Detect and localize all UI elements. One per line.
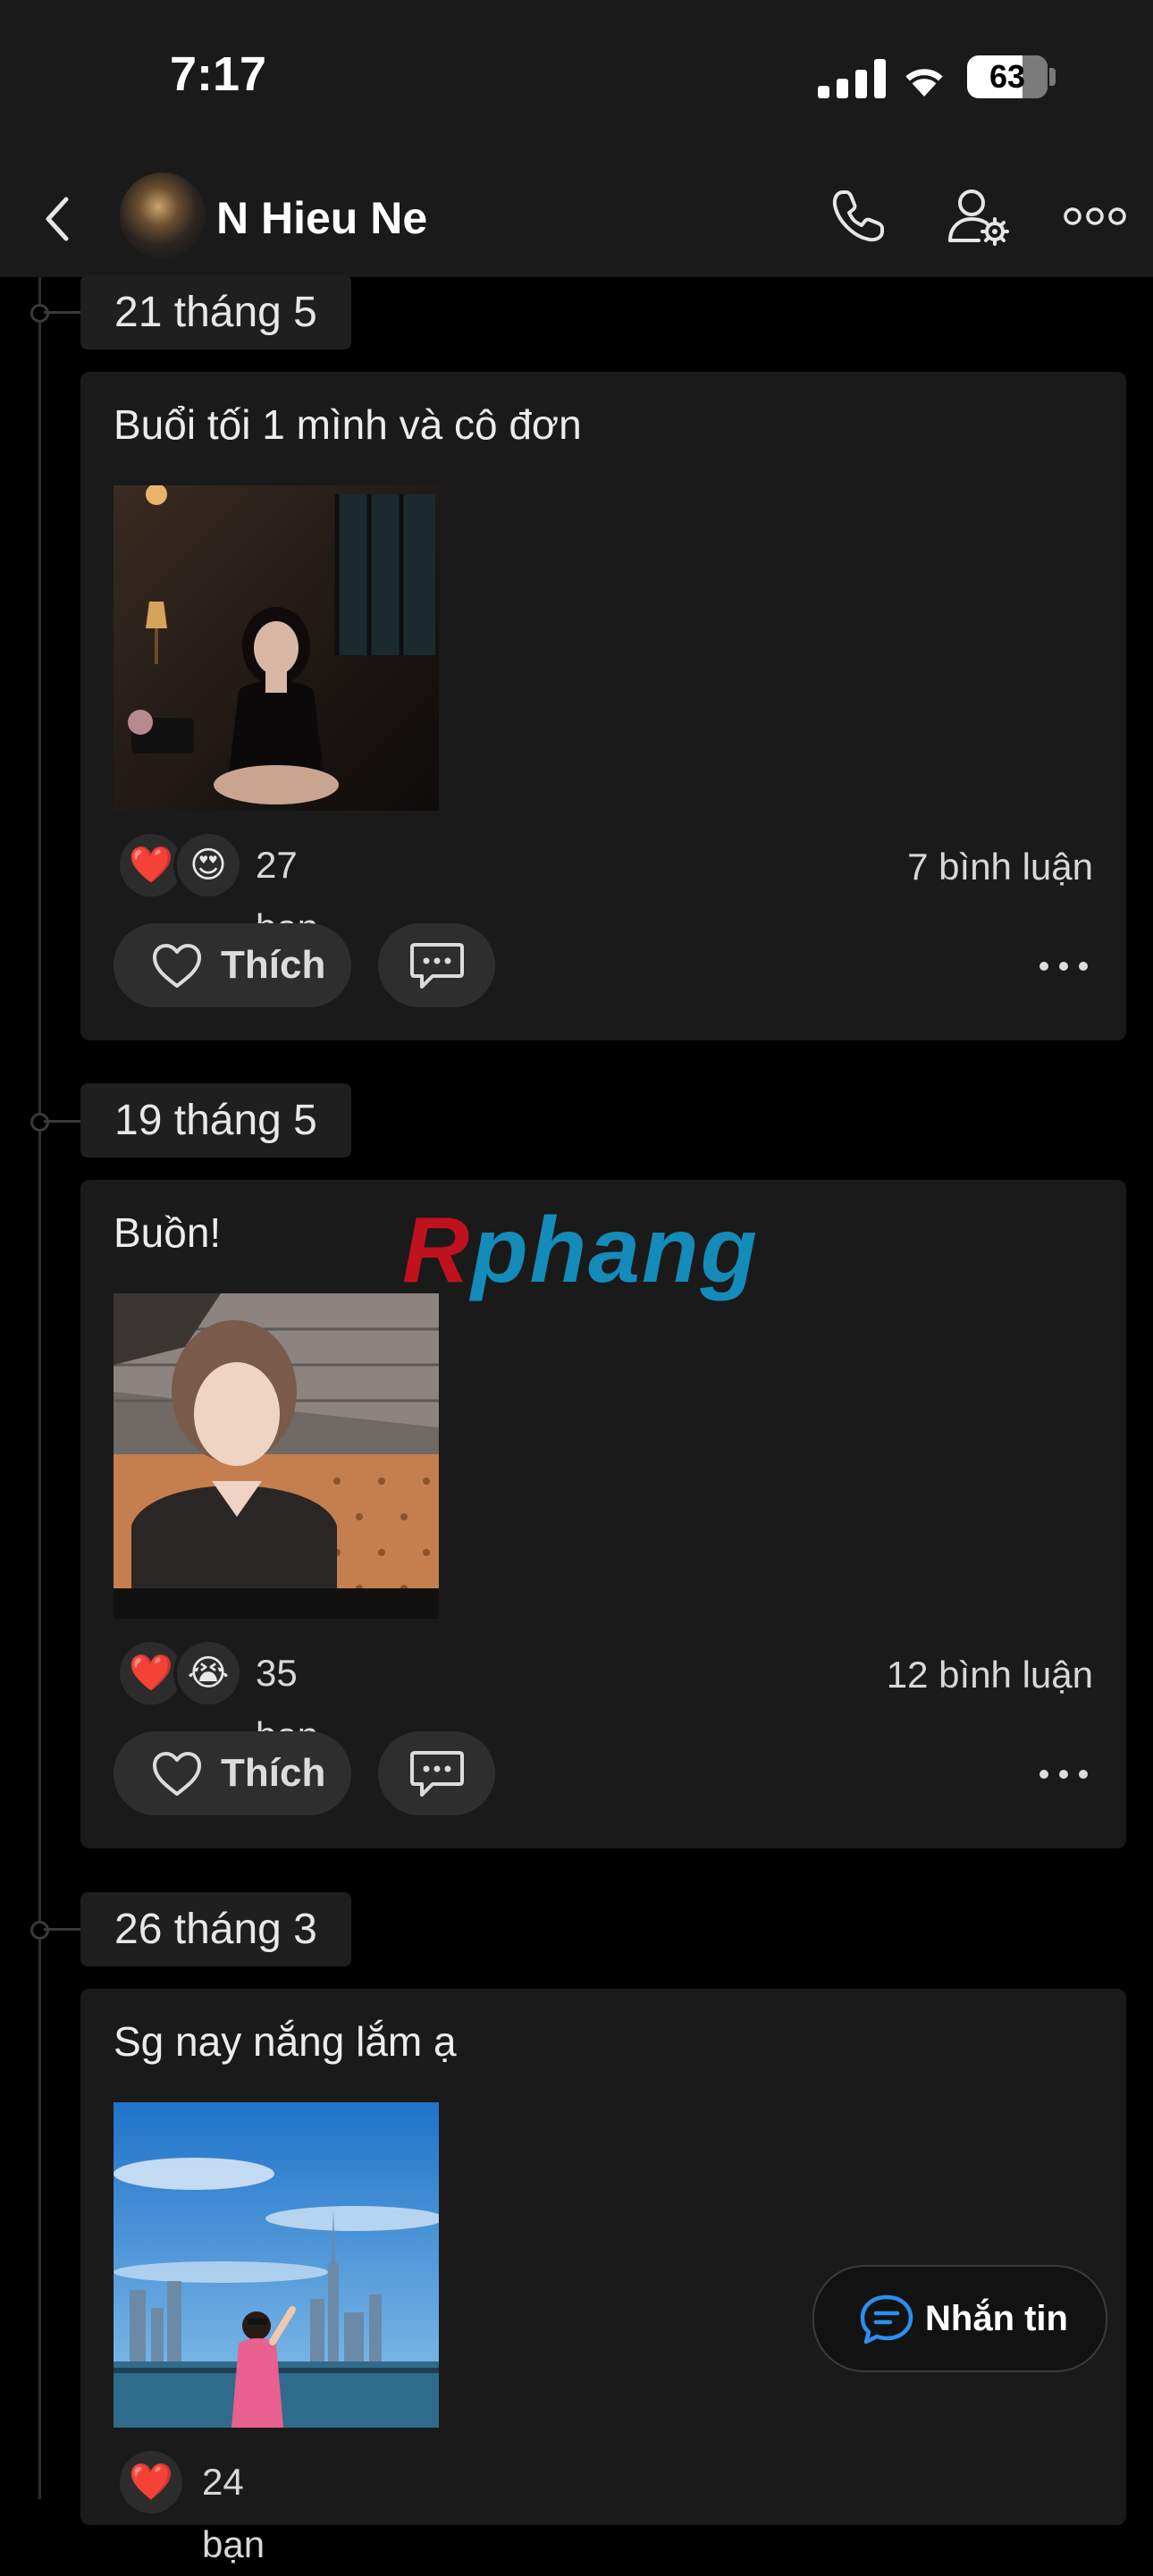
crying-reaction-icon: 😭 <box>173 1638 243 1708</box>
phone-icon[interactable] <box>827 185 889 248</box>
more-options-icon[interactable] <box>1037 957 1090 975</box>
post-date: 19 tháng 5 <box>80 1083 351 1158</box>
timeline-connector <box>44 1928 81 1931</box>
comment-count[interactable]: 7 bình luận <box>907 846 1093 888</box>
chat-bubble-icon <box>410 943 464 989</box>
comment-count[interactable]: 12 bình luận <box>887 1654 1093 1696</box>
status-time: 7:17 <box>170 47 267 101</box>
heart-outline-icon <box>153 944 201 988</box>
post-text: Buổi tối 1 mình và cô đơn <box>114 401 582 448</box>
watermark-logo: Rphang <box>402 1199 760 1302</box>
post-photo[interactable] <box>114 485 439 811</box>
timeline-connector <box>44 311 81 314</box>
cellular-signal-icon <box>818 59 886 98</box>
post-photo[interactable] <box>114 2102 439 2428</box>
heart-eyes-reaction-icon: 😍 <box>173 830 243 900</box>
post-photo[interactable] <box>114 1293 439 1619</box>
post-text: Sg nay nắng lắm ạ <box>114 2018 457 2065</box>
more-horizontal-icon[interactable] <box>1064 206 1126 227</box>
post-card[interactable]: Sg nay nắng lắm ạ ❤️ 24 bạn <box>80 1989 1126 2565</box>
battery-icon: 63 <box>967 55 1048 98</box>
more-options-icon[interactable] <box>1037 1765 1090 1783</box>
post-text: Buồn! <box>114 1209 222 1256</box>
user-gear-icon[interactable] <box>943 185 1014 248</box>
chat-header: N Hieu Ne <box>0 156 1153 277</box>
battery-tip <box>1049 68 1056 86</box>
message-bubble-icon <box>860 2294 913 2344</box>
status-bar: 7:17 63 <box>0 0 1153 156</box>
chevron-left-icon[interactable] <box>36 192 80 246</box>
contact-name[interactable]: N Hieu Ne <box>216 192 427 244</box>
like-button[interactable]: Thích <box>114 923 351 1007</box>
heart-reaction-icon: ❤️ <box>120 2451 182 2513</box>
like-button[interactable]: Thích <box>114 1731 351 1815</box>
avatar[interactable] <box>120 173 206 258</box>
battery-level: 63 <box>989 58 1026 95</box>
heart-outline-icon <box>153 1752 201 1796</box>
send-message-button[interactable]: Nhắn tin <box>812 2265 1107 2372</box>
send-message-label: Nhắn tin <box>925 2299 1068 2338</box>
chat-bubble-icon <box>410 1751 464 1797</box>
comment-button[interactable] <box>378 923 495 1007</box>
timeline-connector <box>44 1120 81 1123</box>
post-card[interactable]: Buổi tối 1 mình và cô đơn ❤️ 😍 27 bạn 7 … <box>80 372 1126 1040</box>
like-button-label: Thích <box>221 1751 326 1795</box>
post-date: 21 tháng 5 <box>80 275 351 349</box>
timeline-line <box>38 277 41 2499</box>
like-count: 24 bạn <box>202 2461 265 2565</box>
wifi-icon <box>903 65 946 97</box>
post-date: 26 tháng 3 <box>80 1892 351 1966</box>
like-button-label: Thích <box>221 943 326 987</box>
comment-button[interactable] <box>378 1731 495 1815</box>
